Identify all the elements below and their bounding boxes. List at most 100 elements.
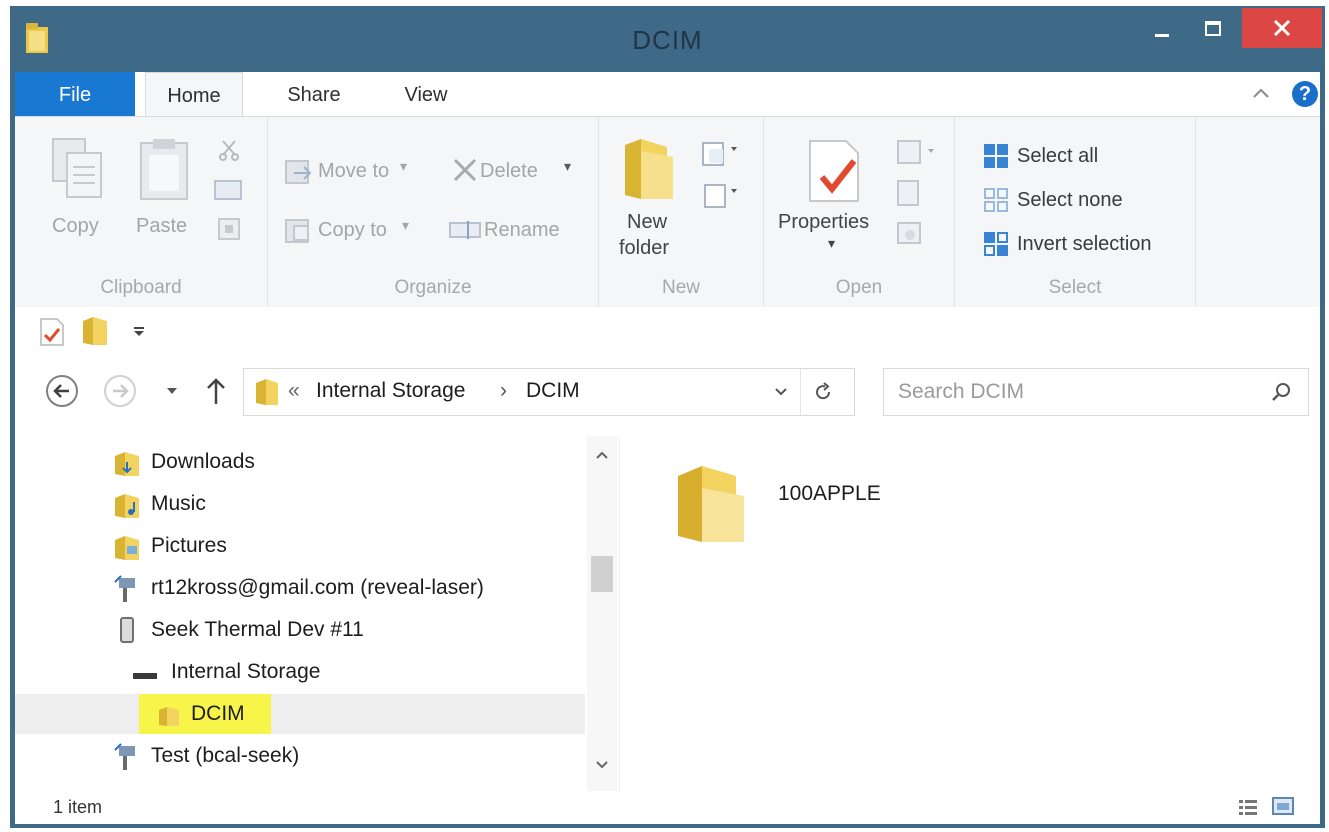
open-file-icon[interactable]	[894, 137, 944, 167]
edit-icon[interactable]	[894, 179, 924, 209]
large-icons-view-icon[interactable]	[1271, 795, 1295, 817]
paste-shortcut-icon[interactable]	[217, 217, 241, 241]
select-all-icon	[984, 144, 1008, 168]
new-group: New folder New	[599, 117, 764, 307]
move-to-button[interactable]: Move to	[318, 160, 389, 183]
invert-selection-button[interactable]: Invert selection	[1017, 233, 1152, 256]
history-icon[interactable]	[894, 219, 924, 249]
crumb-internal-storage[interactable]: Internal Storage	[316, 379, 465, 403]
tree-label: Music	[151, 492, 206, 515]
tree-item-dcim[interactable]: DCIM	[15, 694, 585, 734]
new-folder-quick-icon[interactable]	[81, 315, 111, 347]
tree-item-device[interactable]: Seek Thermal Dev #11	[15, 610, 585, 650]
quick-access-toolbar	[15, 307, 1320, 355]
details-view-icon[interactable]	[1237, 797, 1259, 817]
folder-item-100apple[interactable]: 100APPLE	[660, 450, 900, 550]
copy-button[interactable]: Copy	[52, 215, 99, 238]
copy-to-icon	[285, 219, 309, 243]
tab-file[interactable]: File	[15, 72, 135, 116]
select-all-button[interactable]: Select all	[1017, 145, 1098, 168]
customize-toolbar-icon[interactable]	[131, 325, 147, 339]
minimize-button[interactable]	[1137, 8, 1187, 48]
new-item-icon[interactable]	[699, 139, 743, 169]
tree-item-account[interactable]: rt12kross@gmail.com (reveal-laser)	[15, 568, 585, 608]
tree-label: Downloads	[151, 450, 255, 473]
close-icon	[1273, 19, 1291, 37]
tree-item-downloads[interactable]: Downloads	[15, 442, 585, 482]
scroll-thumb[interactable]	[591, 556, 613, 592]
tab-home[interactable]: Home	[145, 72, 243, 117]
window-client: File Home Share View ? Copy Paste Clipbo…	[15, 72, 1320, 824]
address-overflow[interactable]: «	[288, 379, 300, 403]
select-group-label: Select	[1048, 277, 1102, 298]
tab-view[interactable]: View	[391, 72, 461, 116]
paste-button[interactable]: Paste	[136, 215, 187, 238]
music-folder-icon	[115, 494, 139, 518]
ribbon-tabs: File Home Share View ?	[15, 72, 1320, 117]
select-none-icon	[984, 188, 1008, 212]
search-input[interactable]: Search DCIM	[898, 380, 1024, 404]
title-bar[interactable]: DCIM	[10, 6, 1325, 70]
address-dropdown-icon[interactable]	[774, 387, 788, 397]
folder-name: 100APPLE	[778, 482, 881, 505]
scroll-down-icon[interactable]	[595, 760, 609, 770]
new-folder-button[interactable]: New	[627, 211, 667, 234]
downloads-folder-icon	[115, 452, 139, 476]
tree-item-internal-storage[interactable]: Internal Storage	[15, 652, 585, 692]
up-icon[interactable]	[205, 376, 227, 406]
search-icon[interactable]	[1270, 381, 1292, 403]
forward-icon[interactable]	[103, 374, 137, 408]
help-icon[interactable]: ?	[1292, 81, 1318, 107]
new-folder-button-line2[interactable]: folder	[619, 237, 669, 260]
cut-icon[interactable]	[217, 139, 241, 161]
search-box[interactable]: Search DCIM	[883, 368, 1309, 416]
rename-button[interactable]: Rename	[484, 219, 560, 242]
rename-icon	[449, 221, 481, 239]
properties-button[interactable]: Properties	[778, 211, 869, 234]
clipboard-group: Copy Paste Clipboard	[15, 117, 268, 307]
properties-quick-icon[interactable]	[39, 317, 65, 347]
copy-to-button[interactable]: Copy to	[318, 219, 387, 242]
organize-group: Move to ▾ Copy to ▾ Delete ▾ Rename Orga…	[268, 117, 599, 307]
paste-icon	[140, 139, 188, 200]
tree-label: DCIM	[191, 702, 245, 725]
clipboard-group-label: Clipboard	[100, 277, 182, 298]
copy-path-icon[interactable]	[213, 179, 243, 201]
tree-label: Seek Thermal Dev #11	[151, 618, 364, 641]
recent-locations-icon[interactable]	[165, 386, 179, 396]
dcim-folder-icon	[159, 707, 179, 726]
collapse-ribbon-icon[interactable]	[1251, 86, 1271, 100]
window-title: DCIM	[632, 25, 703, 55]
crumb-separator[interactable]: ›	[500, 379, 507, 403]
network-drive-icon	[114, 743, 135, 770]
network-drive-icon	[114, 575, 135, 602]
tree-label: rt12kross@gmail.com (reveal-laser)	[151, 576, 484, 599]
crumb-dcim[interactable]: DCIM	[526, 379, 580, 403]
folder-large-icon	[678, 466, 744, 542]
scroll-up-icon[interactable]	[595, 450, 609, 460]
folder-icon	[256, 379, 278, 405]
maximize-icon	[1205, 21, 1221, 36]
easy-access-icon[interactable]	[701, 181, 745, 211]
close-button[interactable]	[1242, 8, 1322, 48]
properties-icon	[809, 140, 859, 202]
move-to-icon	[285, 160, 312, 184]
copy-to-dropdown[interactable]: ▾	[402, 217, 409, 234]
maximize-button[interactable]	[1188, 8, 1238, 48]
properties-dropdown[interactable]: ▾	[828, 235, 835, 252]
tree-item-pictures[interactable]: Pictures	[15, 526, 585, 566]
delete-button[interactable]: Delete	[480, 160, 538, 183]
move-to-dropdown[interactable]: ▾	[400, 158, 407, 175]
tree-item-test[interactable]: Test (bcal-seek)	[15, 736, 585, 776]
delete-dropdown[interactable]: ▾	[564, 158, 571, 175]
new-group-label: New	[661, 277, 700, 298]
nav-scrollbar[interactable]	[587, 436, 617, 791]
tab-share[interactable]: Share	[273, 72, 355, 116]
refresh-icon[interactable]	[812, 381, 834, 403]
navigation-pane: Downloads Music Pictures rt12kross@gmail…	[15, 436, 620, 791]
tree-item-music[interactable]: Music	[15, 484, 585, 524]
select-none-button[interactable]: Select none	[1017, 189, 1123, 212]
address-bar[interactable]: « Internal Storage › DCIM	[243, 368, 855, 416]
back-icon[interactable]	[45, 374, 79, 408]
copy-icon	[52, 138, 102, 198]
